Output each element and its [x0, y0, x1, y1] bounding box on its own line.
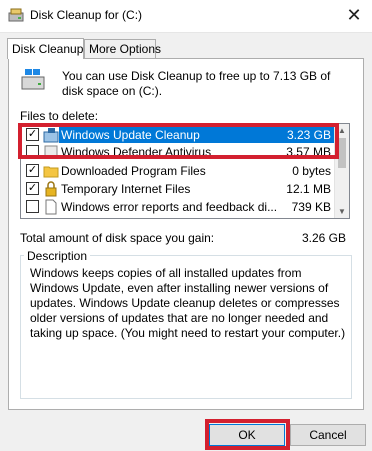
- drive-icon: [21, 69, 45, 90]
- file-size: 739 KB: [291, 200, 331, 214]
- checkbox[interactable]: ✓: [26, 182, 39, 195]
- ok-button[interactable]: OK: [209, 424, 285, 446]
- file-size: 3.57 MB: [286, 145, 331, 159]
- scroll-up-icon[interactable]: ▲: [338, 126, 346, 135]
- cancel-button[interactable]: Cancel: [290, 424, 366, 446]
- scroll-thumb[interactable]: [338, 138, 346, 168]
- file-size: 0 bytes: [292, 164, 331, 178]
- file-size: 12.1 MB: [286, 182, 331, 196]
- checkbox[interactable]: [26, 145, 39, 158]
- checkbox[interactable]: ✓: [26, 164, 39, 177]
- tab-disk-cleanup[interactable]: Disk Cleanup: [7, 38, 84, 59]
- file-row-windows-update-cleanup[interactable]: ✓ Windows Update Cleanup 3.23 GB: [21, 127, 337, 144]
- file-row-windows-defender-antivirus[interactable]: Windows Defender Antivirus 3.57 MB: [21, 144, 337, 161]
- file-name: Temporary Internet Files: [61, 182, 191, 196]
- file-name: Downloaded Program Files: [61, 164, 206, 178]
- windows-update-icon: [43, 128, 59, 143]
- total-gain-value: 3.26 GB: [301, 231, 346, 245]
- intro-text: You can use Disk Cleanup to free up to 7…: [62, 69, 331, 98]
- files-scrollbar[interactable]: ▲ ▼: [334, 124, 349, 218]
- file-name: Windows error reports and feedback di...: [61, 200, 278, 214]
- file-row-windows-error-reports[interactable]: Windows error reports and feedback di...…: [21, 199, 337, 216]
- scroll-down-icon[interactable]: ▼: [338, 207, 346, 216]
- files-to-delete-label: Files to delete:: [20, 109, 99, 123]
- description-title: Description: [24, 249, 91, 263]
- file-size: 3.23 GB: [286, 128, 331, 142]
- file-name: Windows Defender Antivirus: [61, 145, 212, 159]
- description-text: Windows keeps copies of all installed up…: [30, 266, 346, 340]
- folder-icon: [43, 166, 59, 178]
- total-gain-label: Total amount of disk space you gain:: [20, 231, 215, 245]
- title-bar: Disk Cleanup for (C:) ✕: [0, 0, 372, 33]
- lock-icon: [45, 181, 57, 197]
- file-name: Windows Update Cleanup: [61, 128, 200, 142]
- checkbox[interactable]: [26, 200, 39, 213]
- file-row-temporary-internet-files[interactable]: ✓ Temporary Internet Files 12.1 MB: [21, 181, 337, 198]
- window-title: Disk Cleanup for (C:): [30, 8, 143, 22]
- files-list[interactable]: ✓ Windows Update Cleanup 3.23 GB Windows…: [20, 123, 350, 219]
- tab-more-options[interactable]: More Options: [84, 39, 161, 58]
- document-icon: [45, 199, 57, 215]
- disk-cleanup-icon: [8, 8, 24, 22]
- defender-icon: [44, 145, 58, 159]
- close-button[interactable]: ✕: [342, 4, 366, 28]
- checkbox[interactable]: ✓: [26, 128, 39, 141]
- file-row-downloaded-program-files[interactable]: ✓ Downloaded Program Files 0 bytes: [21, 163, 337, 180]
